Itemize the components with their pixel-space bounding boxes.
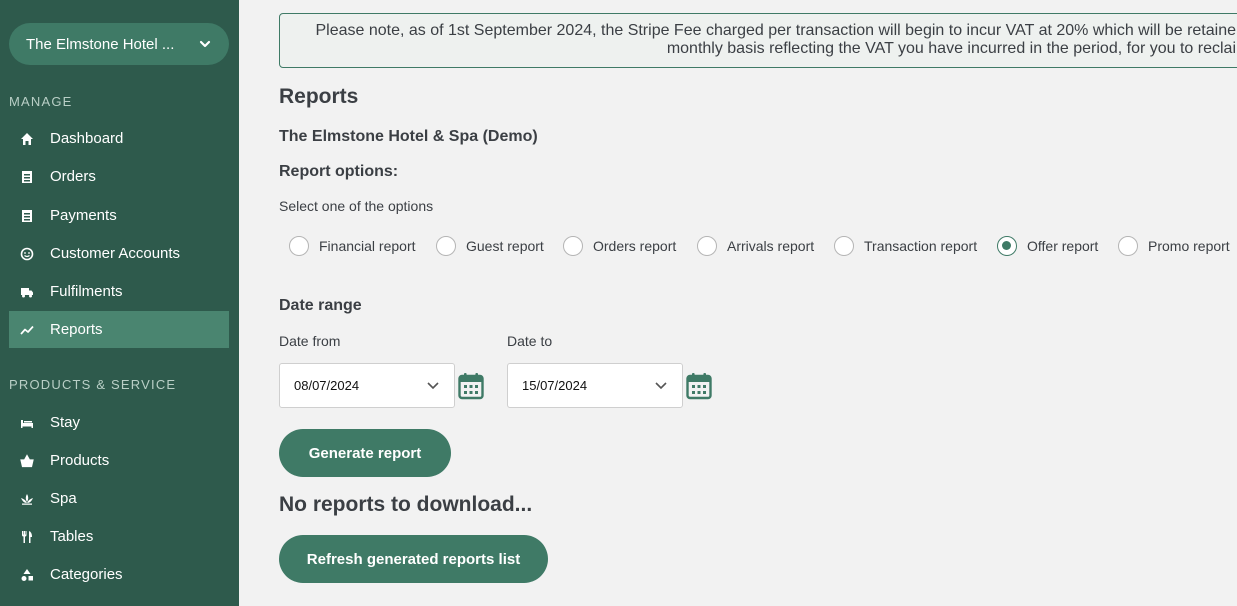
sidebar-item-tables[interactable]: Tables bbox=[9, 518, 229, 555]
radio-label: Promo report bbox=[1148, 238, 1230, 254]
radio-circle[interactable] bbox=[697, 236, 717, 256]
radio-circle[interactable] bbox=[436, 236, 456, 256]
radio-transaction-report[interactable]: Transaction report bbox=[834, 236, 977, 256]
radio-label: Transaction report bbox=[864, 238, 978, 254]
date-to-value: 15/07/2024 bbox=[522, 378, 588, 393]
section-products-service: PRODUCTS & SERVICE bbox=[9, 377, 177, 392]
venue-selector-label: The Elmstone Hotel ... bbox=[26, 35, 175, 53]
sidebar-item-categories[interactable]: Categories bbox=[9, 556, 229, 593]
notice-line-2: monthly basis reflecting the VAT you hav… bbox=[666, 40, 1236, 57]
no-reports-heading: No reports to download... bbox=[279, 493, 533, 516]
radio-circle[interactable] bbox=[563, 236, 583, 256]
sidebar-item-stay[interactable]: Stay bbox=[9, 404, 229, 441]
sidebar-item-customer-accounts[interactable]: Customer Accounts bbox=[9, 235, 229, 272]
report-options-heading: Report options: bbox=[279, 163, 399, 180]
sidebar-item-label: Payments bbox=[50, 207, 117, 224]
sidebar-item-label: Tables bbox=[50, 528, 94, 545]
truck-icon bbox=[20, 285, 34, 299]
date-to-label: Date to bbox=[507, 333, 553, 349]
refresh-reports-button[interactable]: Refresh generated reports list bbox=[279, 535, 548, 583]
radio-label: Guest report bbox=[466, 238, 544, 254]
section-manage: MANAGE bbox=[9, 94, 73, 109]
receipt-icon bbox=[20, 170, 34, 184]
sidebar-item-dashboard[interactable]: Dashboard bbox=[9, 120, 229, 157]
sidebar-item-fulfilments[interactable]: Fulfilments bbox=[9, 273, 229, 310]
chevron-down-icon bbox=[427, 381, 439, 389]
sidebar-item-spa[interactable]: Spa bbox=[9, 480, 229, 517]
radio-arrivals-report[interactable]: Arrivals report bbox=[697, 236, 814, 256]
sidebar-item-label: Reports bbox=[50, 321, 103, 338]
lotus-icon bbox=[20, 492, 34, 506]
venue-heading: The Elmstone Hotel & Spa (Demo) bbox=[279, 128, 538, 145]
sidebar-item-reports[interactable]: Reports bbox=[9, 311, 229, 348]
sidebar-item-label: Orders bbox=[50, 168, 96, 185]
basket-icon bbox=[20, 453, 34, 468]
sidebar: The Elmstone Hotel ... MANAGE Dashboard … bbox=[0, 0, 239, 606]
date-from-label: Date from bbox=[279, 333, 341, 349]
notice-line-1: Please note, as of 1st September 2024, t… bbox=[315, 22, 1236, 39]
date-from-value: 08/07/2024 bbox=[294, 378, 360, 393]
radio-circle[interactable] bbox=[1118, 236, 1138, 256]
select-hint: Select one of the options bbox=[279, 198, 434, 214]
radio-circle[interactable] bbox=[834, 236, 854, 256]
date-from-select[interactable]: 08/07/2024 bbox=[279, 363, 455, 408]
shapes-icon bbox=[20, 568, 34, 582]
cutlery-icon bbox=[20, 530, 34, 544]
sidebar-item-payments[interactable]: Payments bbox=[9, 197, 229, 234]
sidebar-item-label: Stay bbox=[50, 414, 81, 431]
bed-icon bbox=[20, 416, 34, 430]
radio-label: Orders report bbox=[593, 238, 677, 254]
venue-selector[interactable]: The Elmstone Hotel ... bbox=[9, 23, 229, 65]
radio-financial-report[interactable]: Financial report bbox=[289, 236, 416, 256]
receipt-icon bbox=[20, 209, 34, 223]
radio-promo-report[interactable]: Promo report bbox=[1118, 236, 1230, 256]
radio-label: Financial report bbox=[319, 238, 416, 254]
sidebar-item-label: Categories bbox=[50, 566, 123, 583]
radio-label: Arrivals report bbox=[727, 238, 815, 254]
radio-offer-report[interactable]: Offer report bbox=[997, 236, 1098, 256]
radio-circle[interactable] bbox=[997, 236, 1017, 256]
date-to-select[interactable]: 15/07/2024 bbox=[507, 363, 683, 408]
generate-report-button[interactable]: Generate report bbox=[279, 429, 451, 477]
home-icon bbox=[20, 132, 34, 146]
trend-line-icon bbox=[20, 323, 34, 337]
calendar-icon[interactable] bbox=[458, 372, 484, 400]
vat-notice-banner: Please note, as of 1st September 2024, t… bbox=[279, 13, 1237, 68]
chevron-down-icon bbox=[655, 381, 667, 389]
chevron-down-icon bbox=[199, 40, 211, 48]
page-title: Reports bbox=[279, 85, 359, 108]
sidebar-item-products[interactable]: Products bbox=[9, 442, 229, 479]
sidebar-item-orders[interactable]: Orders bbox=[9, 158, 229, 195]
sidebar-item-label: Products bbox=[50, 452, 110, 469]
radio-circle[interactable] bbox=[289, 236, 309, 256]
radio-label: Offer report bbox=[1027, 238, 1099, 254]
sidebar-item-label: Customer Accounts bbox=[50, 245, 181, 262]
radio-orders-report[interactable]: Orders report bbox=[563, 236, 676, 256]
radio-guest-report[interactable]: Guest report bbox=[436, 236, 544, 256]
smiley-icon bbox=[20, 247, 34, 261]
sidebar-item-label: Fulfilments bbox=[50, 283, 123, 300]
sidebar-item-label: Dashboard bbox=[50, 130, 124, 147]
calendar-icon[interactable] bbox=[686, 372, 712, 400]
date-range-heading: Date range bbox=[279, 297, 362, 314]
sidebar-item-label: Spa bbox=[50, 490, 77, 507]
